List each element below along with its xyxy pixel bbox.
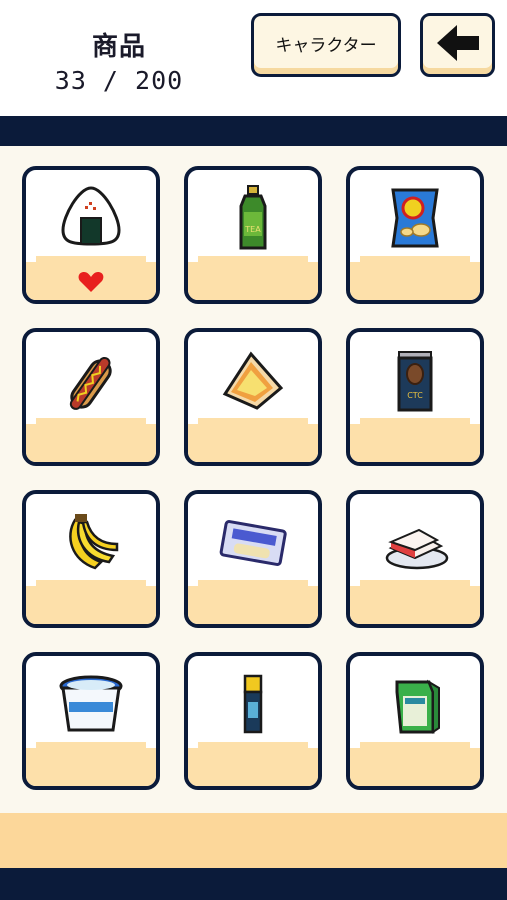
- tile-base: [188, 580, 318, 624]
- tile-base: [26, 742, 156, 786]
- green-tea-bottle-icon: TEA: [239, 185, 267, 250]
- item-tile-onigiri[interactable]: [22, 166, 160, 304]
- page-title: 商品: [91, 32, 146, 62]
- onigiri-icon: [61, 186, 121, 246]
- footer-bar: [0, 813, 507, 868]
- header: 商品 33 / 200 キャラクター: [0, 0, 507, 116]
- top-divider: [0, 116, 507, 146]
- item-tile-cake[interactable]: [346, 490, 484, 628]
- tile-base: [188, 256, 318, 300]
- character-button-label: キャラクター: [275, 35, 377, 56]
- tile-base: [350, 418, 480, 462]
- svg-text:TEA: TEA: [244, 225, 261, 234]
- tile-base: [350, 256, 480, 300]
- item-tile-glue-stick[interactable]: [184, 652, 322, 790]
- item-tile-bread[interactable]: [184, 490, 322, 628]
- svg-text:CTC: CTC: [407, 391, 423, 400]
- tile-base: [350, 742, 480, 786]
- bottom-divider: [0, 868, 507, 900]
- coffee-can-icon: CTC: [397, 351, 433, 412]
- item-tile-hot-dog[interactable]: [22, 328, 160, 466]
- item-tile-ice-cream[interactable]: [22, 652, 160, 790]
- item-tile-milk-carton[interactable]: [346, 652, 484, 790]
- item-tile-chips[interactable]: [346, 166, 484, 304]
- tile-base: [26, 418, 156, 462]
- banana-bunch-icon: [69, 514, 119, 570]
- item-grid: TEA CTC: [0, 146, 507, 813]
- item-tile-sandwich[interactable]: [184, 328, 322, 466]
- tile-base: [350, 580, 480, 624]
- cake-slice-icon: [385, 528, 449, 570]
- packaged-bread-icon: [219, 520, 287, 566]
- item-tile-green-tea[interactable]: TEA: [184, 166, 322, 304]
- left-arrow-icon: [436, 25, 479, 61]
- milk-carton-icon: [395, 679, 440, 734]
- tile-base: [188, 418, 318, 462]
- glue-stick-icon: [243, 674, 263, 734]
- potato-chips-bag-icon: [391, 188, 439, 248]
- ice-cream-cup-icon: [59, 675, 123, 732]
- item-tile-bananas[interactable]: [22, 490, 160, 628]
- favorite-heart-icon: [78, 272, 104, 292]
- tile-base: [26, 580, 156, 624]
- item-tile-coffee-can[interactable]: CTC: [346, 328, 484, 466]
- item-counter: 33 / 200: [54, 66, 184, 95]
- character-button[interactable]: キャラクター: [251, 13, 401, 77]
- hot-dog-icon: [69, 356, 112, 410]
- tile-base: [188, 742, 318, 786]
- sandwich-icon: [222, 351, 284, 410]
- back-button[interactable]: [420, 13, 495, 77]
